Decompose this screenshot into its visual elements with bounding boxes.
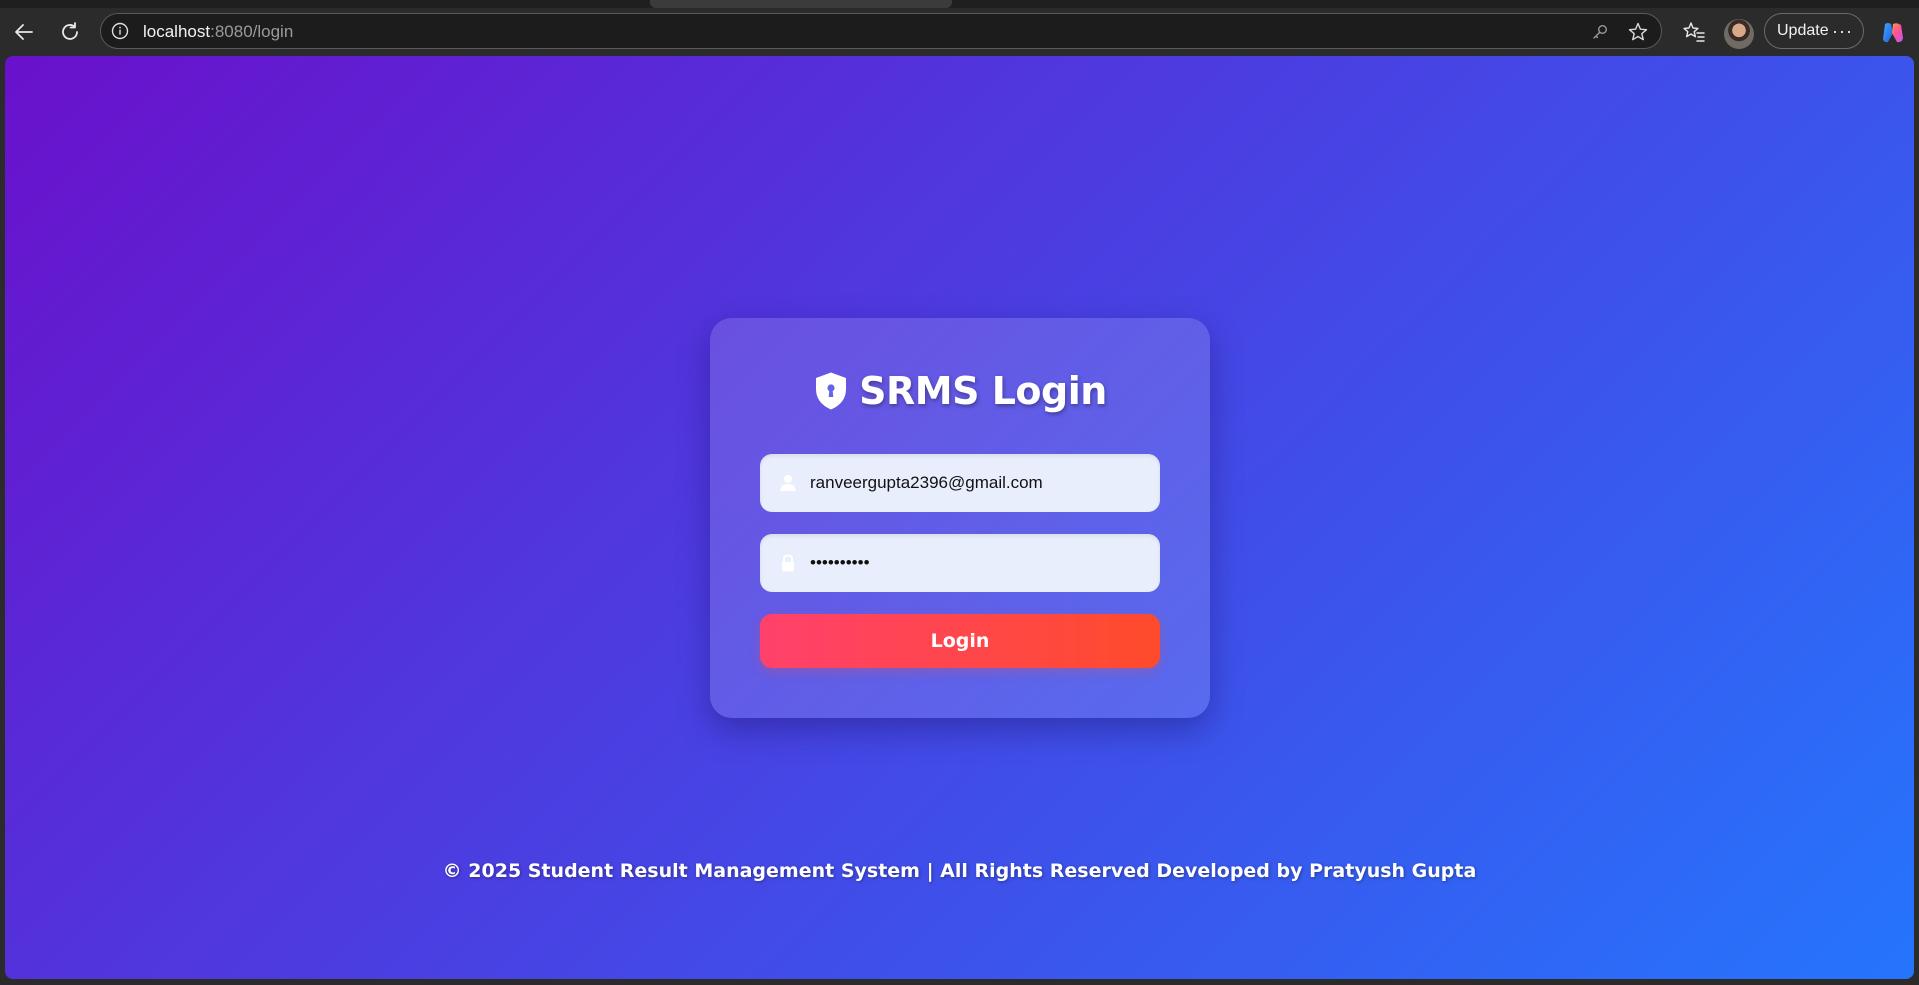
back-arrow-icon bbox=[15, 24, 33, 40]
favorite-button[interactable] bbox=[1627, 21, 1649, 43]
more-menu-icon[interactable]: ··· bbox=[1832, 14, 1853, 48]
browser-toolbar: localhost:8080/login Update ··· bbox=[0, 8, 1919, 56]
favorites-button[interactable] bbox=[1678, 16, 1710, 48]
copilot-icon[interactable] bbox=[1880, 20, 1906, 46]
footer-text: © 2025 Student Result Management System … bbox=[442, 860, 1477, 882]
address-bar[interactable]: localhost:8080/login bbox=[100, 13, 1662, 49]
password-field[interactable] bbox=[760, 534, 1160, 592]
shield-lock-icon bbox=[816, 372, 847, 410]
login-button[interactable]: Login bbox=[760, 614, 1160, 668]
login-heading: SRMS Login bbox=[760, 366, 1160, 416]
page-title: SRMS Login bbox=[859, 369, 1107, 413]
password-key-button[interactable] bbox=[1589, 21, 1611, 43]
url-path: :8080/login bbox=[210, 22, 294, 41]
page-viewport: SRMS Login Login © 2025 Student Result M… bbox=[5, 56, 1914, 979]
login-card: SRMS Login Login bbox=[710, 318, 1210, 718]
favorites-icon bbox=[1683, 22, 1705, 42]
url-host: localhost bbox=[143, 22, 211, 41]
lock-icon bbox=[782, 554, 794, 572]
password-input[interactable] bbox=[810, 534, 1140, 592]
url-text[interactable]: localhost:8080/login bbox=[143, 22, 293, 42]
star-icon bbox=[1628, 22, 1648, 41]
update-label: Update bbox=[1777, 22, 1829, 39]
reload-button[interactable] bbox=[54, 16, 86, 48]
email-input[interactable] bbox=[810, 454, 1140, 512]
back-button[interactable] bbox=[8, 16, 40, 48]
tab-strip bbox=[0, 0, 1919, 8]
active-tab[interactable] bbox=[650, 0, 952, 8]
key-icon bbox=[1593, 25, 1607, 39]
profile-avatar[interactable] bbox=[1724, 19, 1754, 49]
reload-icon bbox=[62, 22, 78, 40]
info-icon[interactable] bbox=[111, 22, 129, 40]
update-button[interactable]: Update ··· bbox=[1764, 13, 1864, 49]
user-icon bbox=[780, 475, 796, 491]
window-bottom-edge bbox=[0, 979, 1919, 985]
email-field[interactable] bbox=[760, 454, 1160, 512]
